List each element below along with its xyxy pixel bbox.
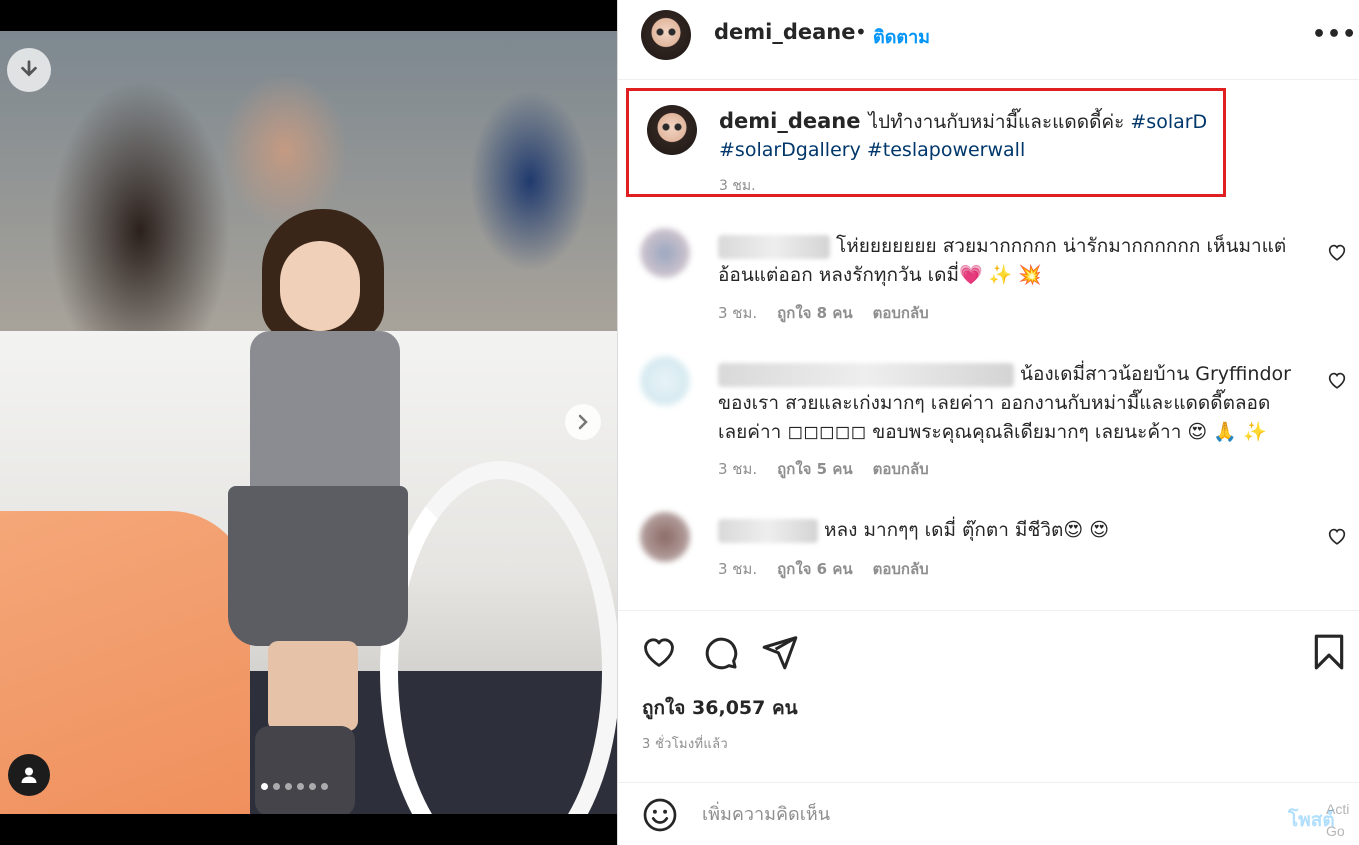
- caption-body: ไปทำงานกับหม่ามี๊และแดดดี้ค่ะ: [868, 111, 1125, 133]
- post-side-panel: demi_deane • ติดตาม ••• demi_deane ไปทำงา…: [617, 0, 1359, 845]
- photo-girl-face: [280, 241, 360, 331]
- post-header: demi_deane • ติดตาม •••: [618, 0, 1359, 80]
- comment-username-blurred[interactable]: [718, 362, 1014, 387]
- user-tag-icon: [21, 767, 37, 783]
- comment-input[interactable]: [702, 799, 1222, 829]
- photo-girl-skirt: [228, 486, 408, 646]
- next-slide-button[interactable]: [565, 404, 601, 440]
- carousel-dot-active: [261, 783, 268, 790]
- carousel-dot: [309, 783, 316, 790]
- likes-count[interactable]: ถูกใจ 36,057 คน: [642, 693, 798, 723]
- photo-girl-boots: [255, 726, 355, 814]
- comment-timestamp[interactable]: 3 ชม.: [718, 457, 757, 481]
- comment-timestamp[interactable]: 3 ชม.: [718, 301, 757, 325]
- header-separator: •: [855, 20, 867, 44]
- carousel-dot: [273, 783, 280, 790]
- comment-likes[interactable]: ถูกใจ 5 คน: [777, 457, 852, 481]
- carousel-dot: [297, 783, 304, 790]
- comment-likes[interactable]: ถูกใจ 8 คน: [777, 301, 852, 325]
- comment-meta: 3 ชม. ถูกใจ 6 คน ตอบกลับ: [718, 557, 929, 581]
- heart-icon[interactable]: [1326, 369, 1348, 391]
- watermark-line-2: Go to: [1326, 823, 1345, 839]
- comment-body: หลง มากๆๆ เดมี่ ตุ๊กตา มีชีวิต😍 😍: [824, 519, 1109, 541]
- tagged-users-button[interactable]: [8, 754, 50, 796]
- reply-button[interactable]: ตอบกลับ: [873, 301, 929, 325]
- heart-icon[interactable]: [1326, 525, 1348, 547]
- hashtag-link[interactable]: #teslapowerwall: [867, 139, 1025, 161]
- post-actions: ถูกใจ 36,057 คน 3 ชั่วโมงที่แล้ว: [618, 610, 1359, 782]
- reply-button[interactable]: ตอบกลับ: [873, 457, 929, 481]
- carousel-dot: [285, 783, 292, 790]
- chevron-right-icon: [578, 414, 588, 430]
- comment-likes[interactable]: ถูกใจ 6 คน: [777, 557, 852, 581]
- heart-icon[interactable]: [640, 633, 678, 671]
- avatar[interactable]: [640, 512, 690, 562]
- download-button[interactable]: [7, 48, 51, 92]
- carousel-indicator: [261, 783, 328, 790]
- avatar[interactable]: [640, 228, 690, 278]
- comment-meta: 3 ชม. ถูกใจ 5 คน ตอบกลับ: [718, 457, 929, 481]
- comment-text: หลง มากๆๆ เดมี่ ตุ๊กตา มีชีวิต😍 😍: [718, 516, 1298, 545]
- windows-activation-watermark: Acti Go to: [1326, 798, 1359, 845]
- more-options-icon[interactable]: •••: [1312, 22, 1357, 47]
- caption-timestamp[interactable]: 3 ชม.: [719, 175, 756, 197]
- caption-username[interactable]: demi_deane: [719, 109, 861, 133]
- add-comment-bar: โพสต์: [618, 782, 1359, 845]
- download-icon: [21, 60, 37, 77]
- comment-username-blurred[interactable]: [718, 234, 830, 259]
- photo-girl-sweater: [250, 331, 400, 496]
- bookmark-icon[interactable]: [1310, 633, 1348, 671]
- hashtag-link[interactable]: #solarDgallery: [719, 139, 861, 161]
- avatar[interactable]: [641, 10, 691, 60]
- caption-avatar[interactable]: [647, 105, 697, 155]
- caption-highlight: demi_deane ไปทำงานกับหม่ามี๊และแดดดี้ค่ะ …: [626, 88, 1226, 197]
- carousel-dot: [321, 783, 328, 790]
- emoji-icon[interactable]: [642, 797, 678, 833]
- watermark-line-1: Acti: [1326, 801, 1350, 817]
- avatar[interactable]: [640, 356, 690, 406]
- comment-icon[interactable]: [701, 633, 739, 671]
- comment-meta: 3 ชม. ถูกใจ 8 คน ตอบกลับ: [718, 301, 929, 325]
- caption-text: demi_deane ไปทำงานกับหม่ามี๊และแดดดี้ค่ะ …: [719, 107, 1219, 164]
- posted-time[interactable]: 3 ชั่วโมงที่แล้ว: [642, 733, 728, 754]
- comment-username-blurred[interactable]: [718, 518, 818, 543]
- post-photo[interactable]: [0, 31, 617, 814]
- comment-text: โห่ยยยยยยย สวยมากกกกก น่ารักมากกกกกก เห็…: [718, 232, 1298, 290]
- hashtag-link[interactable]: #solarD: [1130, 111, 1207, 133]
- header-username[interactable]: demi_deane: [714, 20, 856, 44]
- heart-icon[interactable]: [1326, 241, 1348, 263]
- share-icon[interactable]: [761, 633, 799, 671]
- comment-text: น้องเดมี่สาวน้อยบ้าน Gryffindor ของเรา ส…: [718, 360, 1298, 447]
- comment-timestamp[interactable]: 3 ชม.: [718, 557, 757, 581]
- follow-button[interactable]: ติดตาม: [873, 22, 930, 51]
- reply-button[interactable]: ตอบกลับ: [873, 557, 929, 581]
- post-media: [0, 0, 617, 845]
- photo-girl-legs: [268, 641, 358, 731]
